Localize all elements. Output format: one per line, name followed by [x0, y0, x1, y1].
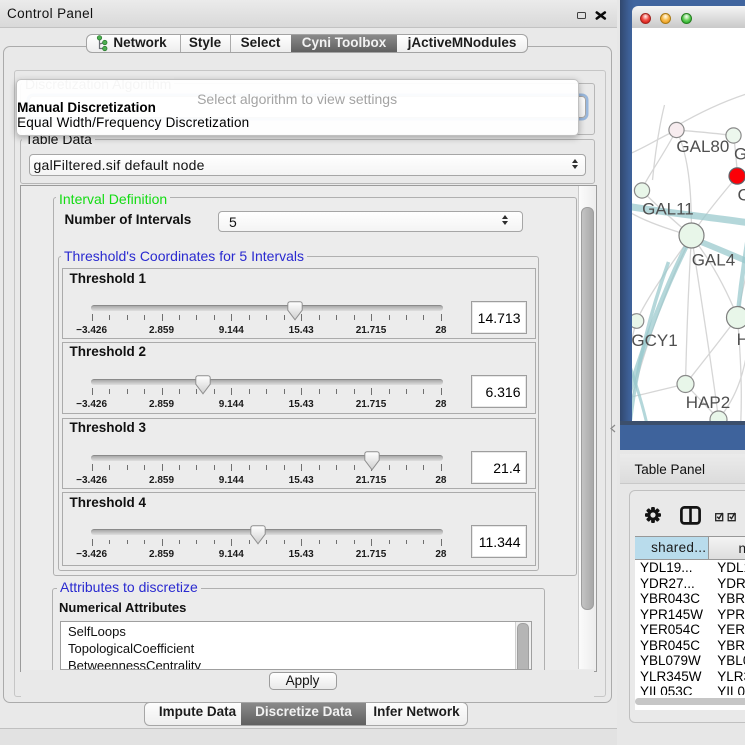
svg-text:H: H	[736, 330, 745, 349]
svg-text:GCY1: GCY1	[632, 331, 678, 350]
svg-text:GAL4: GAL4	[691, 251, 734, 270]
svg-text:GAL80: GAL80	[676, 137, 729, 156]
svg-text:GAL11: GAL11	[642, 200, 694, 219]
svg-text:HAP2: HAP2	[685, 393, 729, 412]
svg-text:GA: GA	[734, 145, 745, 164]
svg-text:C: C	[737, 186, 745, 205]
